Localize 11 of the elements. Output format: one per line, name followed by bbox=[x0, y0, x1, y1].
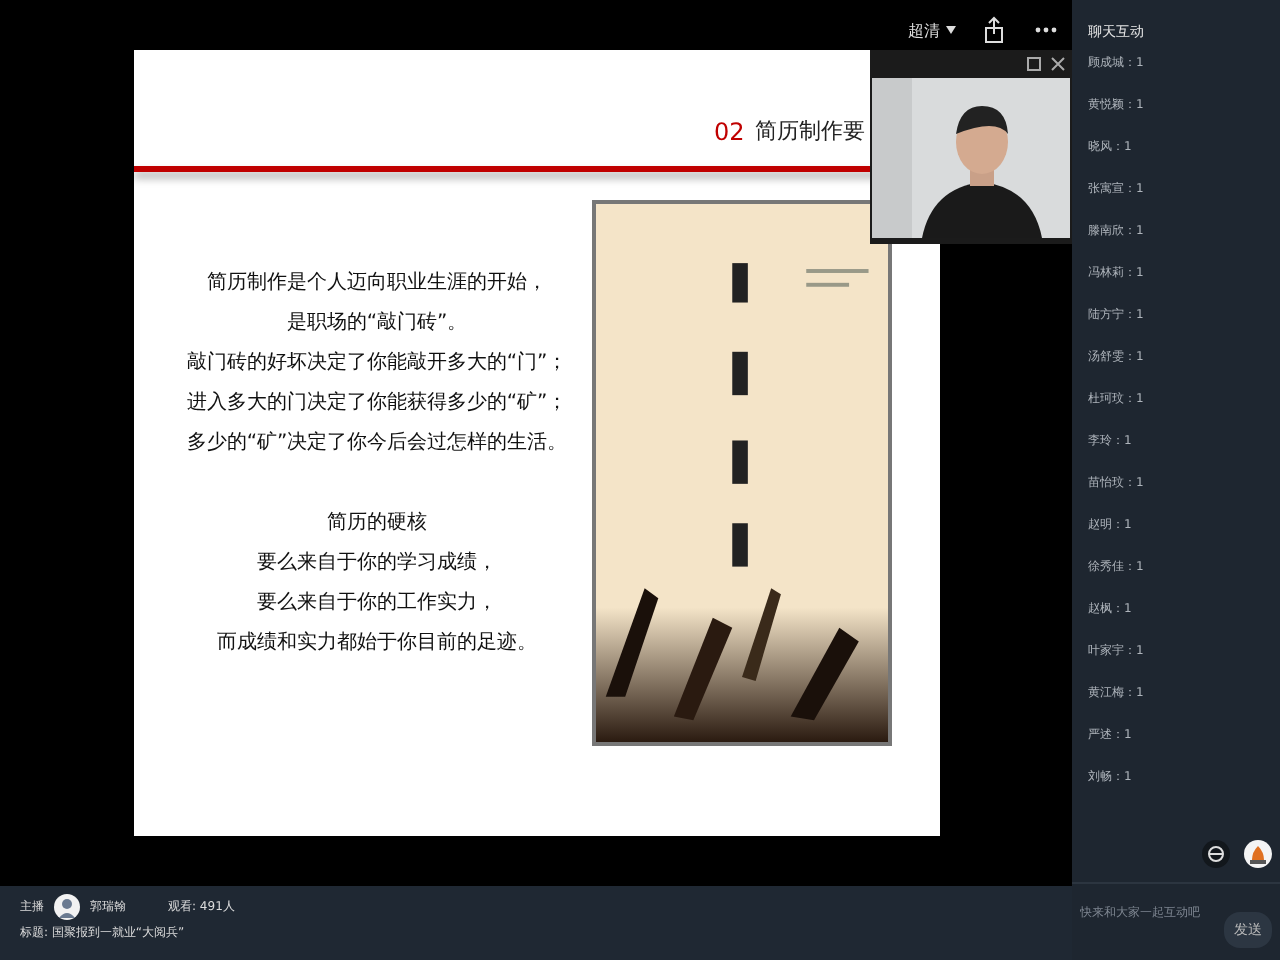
close-icon[interactable] bbox=[1050, 56, 1066, 72]
quality-dropdown[interactable]: 超清 bbox=[908, 19, 956, 41]
flame-icon[interactable] bbox=[1244, 840, 1272, 868]
share-icon[interactable] bbox=[980, 16, 1008, 44]
section-number: 02 bbox=[714, 118, 745, 146]
paragraph: 简历的硬核 要么来自于你的学习成绩， 要么来自于你的工作实力， 而成绩和实力都始于你目前的足迹。 bbox=[215, 509, 539, 658]
slide-title: 简历制作要 bbox=[754, 116, 865, 146]
paragraph: 简历制作是个人迈向职业生涯的开始， 是职场的“敲门砖”。 敲门砖的好坏决定了你能敲开多大的“门”； 进入多大的门决定了你能获得多少的“矿”； 多少的“矿”决定了你今后会过怎样的生活。 bbox=[184, 269, 570, 458]
avatar-icon bbox=[54, 894, 80, 920]
maximize-icon[interactable] bbox=[1026, 56, 1042, 72]
caret-icon bbox=[946, 26, 956, 34]
